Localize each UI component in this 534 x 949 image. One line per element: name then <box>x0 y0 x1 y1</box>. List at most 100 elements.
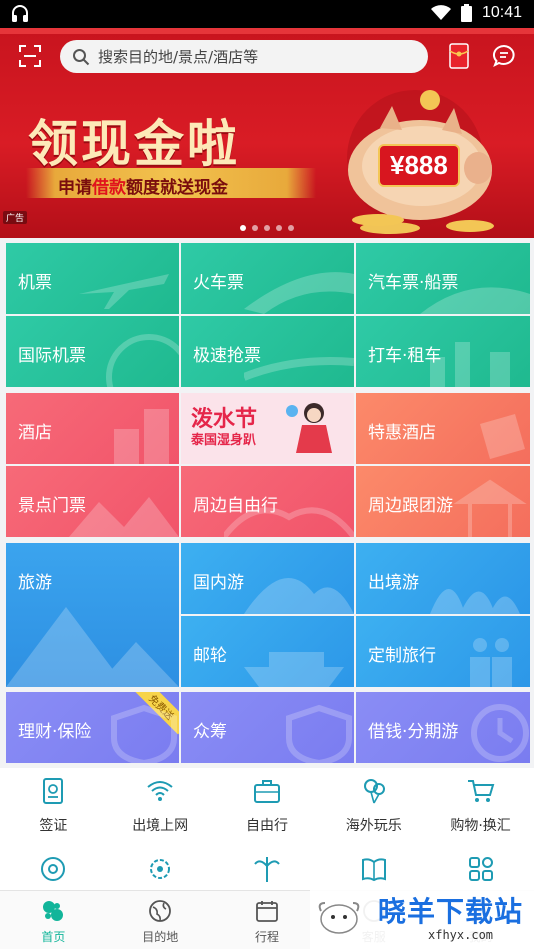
watermark-url: xfhyx.com <box>428 928 494 942</box>
visa-entry[interactable]: 签证 <box>0 768 107 846</box>
banner-subtitle: 申请借款额度就送现金 <box>58 178 228 198</box>
transport-grid: 机票 火车票 汽车票·船票 国际机票 极速抢票 打车·租车 <box>6 243 530 387</box>
bus-ship-tile[interactable]: 汽车票·船票 <box>356 243 530 314</box>
service-entry[interactable] <box>320 846 427 890</box>
visa-label: 签证 <box>39 818 68 834</box>
service-entry[interactable] <box>0 846 107 890</box>
balloon-icon <box>363 779 385 804</box>
service-entry[interactable] <box>214 846 321 890</box>
scan-icon[interactable] <box>18 44 42 68</box>
deal-hotel-tile[interactable]: 特惠酒店 <box>356 393 530 464</box>
tab-home-label: 首页 <box>41 930 66 944</box>
independent-travel-label: 自由行 <box>245 818 288 834</box>
custom-travel-tile[interactable]: 定制旅行 <box>356 616 530 687</box>
hotel-tile[interactable]: 酒店 <box>6 393 179 464</box>
outbound-tour-label: 出境游 <box>368 573 419 593</box>
suitcase-icon <box>253 780 280 803</box>
grid-apps-icon <box>468 857 493 881</box>
book-icon <box>361 858 386 882</box>
domestic-tour-tile[interactable]: 国内游 <box>181 543 354 614</box>
services-row: 签证 出境上网 自由行 海外玩乐 购物·换汇 <box>0 768 534 846</box>
intl-flight-label: 国际机票 <box>18 346 86 366</box>
loan-installment-label: 借钱·分期游 <box>368 722 459 742</box>
services-row-2 <box>0 846 534 890</box>
attraction-ticket-tile[interactable]: 景点门票 <box>6 466 179 537</box>
fast-ticket-tile[interactable]: 极速抢票 <box>181 316 354 387</box>
flight-label: 机票 <box>18 273 52 293</box>
pyramid-icon <box>6 607 179 687</box>
finance-grid: 理财·保险 免费送 众筹 借钱·分期游 <box>6 692 530 763</box>
tab-destination[interactable]: 目的地 <box>107 891 214 949</box>
cart-icon <box>467 780 494 802</box>
wealth-insurance-tile[interactable]: 理财·保险 免费送 <box>6 692 179 763</box>
nearby-group-label: 周边跟团游 <box>368 496 453 516</box>
carousel-dot[interactable] <box>240 225 246 231</box>
home-logo-icon <box>43 901 64 921</box>
travel-grid: 旅游 国内游 出境游 邮轮 定制旅行 <box>6 543 530 687</box>
deal-hotel-label: 特惠酒店 <box>368 423 436 443</box>
tab-itinerary-label: 行程 <box>254 930 279 944</box>
service-entry[interactable] <box>107 846 214 890</box>
nearby-group-tile[interactable]: 周边跟团游 <box>356 466 530 537</box>
train-tile[interactable]: 火车票 <box>181 243 354 314</box>
cruise-tile[interactable]: 邮轮 <box>181 616 354 687</box>
cruise-label: 邮轮 <box>193 646 227 666</box>
road-icon <box>420 287 530 314</box>
girl-illustration <box>286 403 332 453</box>
crowdfunding-label: 众筹 <box>193 722 227 742</box>
banner-amount: ¥888 <box>378 144 460 187</box>
overseas-fun-label: 海外玩乐 <box>345 818 402 834</box>
plane-icon <box>79 274 169 309</box>
promo-subtitle: 泰国湿身趴 <box>191 433 257 448</box>
red-packet-icon[interactable] <box>449 43 469 69</box>
pavilion-icon <box>453 479 527 537</box>
train-label: 火车票 <box>193 273 244 293</box>
battery-icon <box>460 4 472 22</box>
tab-itinerary[interactable]: 行程 <box>214 891 321 949</box>
search-input[interactable]: 搜索目的地/景点/酒店等 <box>60 40 428 73</box>
watermark-text: 晓羊下载站 <box>378 895 524 928</box>
promo-banner[interactable]: 搜索目的地/景点/酒店等 领现金啦 申请借款额度就送现金 ¥888 广告 <box>0 28 534 238</box>
wifi-icon <box>430 5 451 20</box>
message-icon[interactable] <box>492 44 516 68</box>
banner-title: 领现金啦 <box>28 114 240 173</box>
overseas-fun-entry[interactable]: 海外玩乐 <box>320 768 427 846</box>
tab-destination-label: 目的地 <box>142 930 179 944</box>
banner-decoration <box>0 28 534 34</box>
shield-icon <box>111 704 177 763</box>
taxi-rental-tile[interactable]: 打车·租车 <box>356 316 530 387</box>
outbound-tour-tile[interactable]: 出境游 <box>356 543 530 614</box>
calendar-icon <box>256 901 278 922</box>
search-icon <box>73 48 90 65</box>
ad-label: 广告 <box>3 211 28 224</box>
search-placeholder: 搜索目的地/景点/酒店等 <box>98 48 259 66</box>
sheep-logo-icon <box>318 902 360 934</box>
hill-icon <box>244 578 354 614</box>
crowdfunding-tile[interactable]: 众筹 <box>181 692 354 763</box>
songkran-promo-tile[interactable]: 泼水节 泰国湿身趴 <box>181 393 354 464</box>
intl-flight-tile[interactable]: 国际机票 <box>6 316 179 387</box>
shopping-exchange-label: 购物·换汇 <box>450 818 511 834</box>
tab-home[interactable]: 首页 <box>0 891 107 949</box>
wifi-signal-icon <box>147 781 173 801</box>
speed-icon <box>244 357 354 381</box>
carousel-dot[interactable] <box>288 225 294 231</box>
nearby-free-tile[interactable]: 周边自由行 <box>181 466 354 537</box>
gear-icon <box>150 859 171 879</box>
shopping-exchange-entry[interactable]: 购物·换汇 <box>427 768 534 846</box>
carousel-dots[interactable] <box>240 225 294 231</box>
carousel-dot[interactable] <box>276 225 282 231</box>
carousel-dot[interactable] <box>252 225 258 231</box>
passport-icon <box>43 778 64 804</box>
hotel-grid: 酒店 泼水节 泰国湿身趴 特惠酒店 景点门票 周边自由行 周边跟团游 <box>6 393 530 537</box>
clock: 10:41 <box>481 4 522 21</box>
carousel-dot[interactable] <box>264 225 270 231</box>
loan-installment-tile[interactable]: 借钱·分期游 <box>356 692 530 763</box>
service-entry[interactable] <box>427 846 534 890</box>
check-shield-icon <box>286 704 352 763</box>
independent-travel-entry[interactable]: 自由行 <box>214 768 321 846</box>
overseas-internet-entry[interactable]: 出境上网 <box>107 768 214 846</box>
palm-tree-icon <box>254 857 280 882</box>
flight-tile[interactable]: 机票 <box>6 243 179 314</box>
tour-tile[interactable]: 旅游 <box>6 543 179 687</box>
